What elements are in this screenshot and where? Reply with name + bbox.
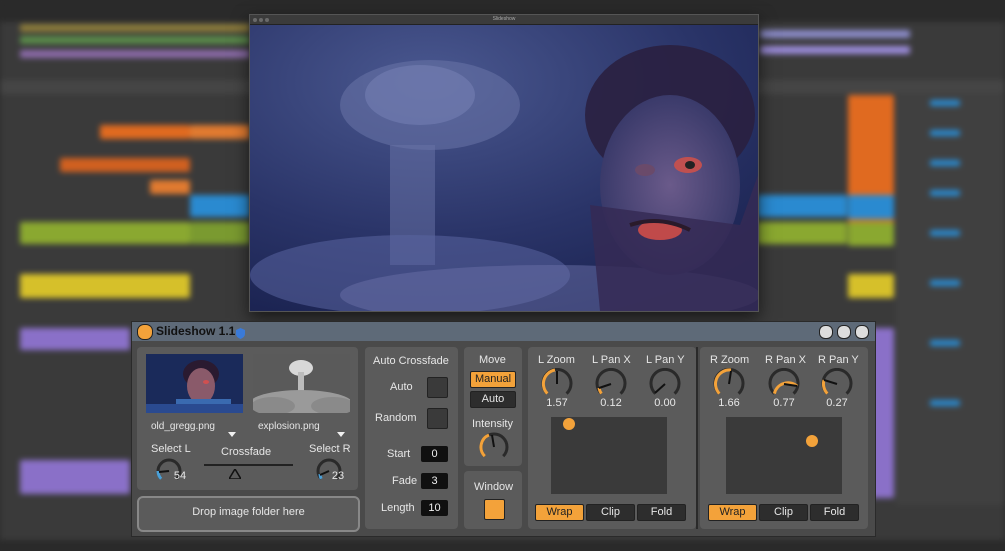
- right-pan-xy-pad[interactable]: [726, 417, 842, 494]
- l-pany-label: L Pan Y: [646, 354, 685, 366]
- select-l-value: 54: [173, 470, 187, 482]
- device-title: Slideshow 1.1: [156, 324, 236, 338]
- drop-folder-zone[interactable]: Drop image folder here: [137, 496, 360, 532]
- left-pan-point[interactable]: [563, 418, 576, 431]
- l-clip-button[interactable]: Clip: [586, 504, 635, 521]
- r-panx-knob[interactable]: [768, 368, 800, 398]
- move-header: Move: [479, 354, 506, 366]
- l-pany-value: 0.00: [654, 397, 676, 409]
- r-pany-label: R Pan Y: [818, 354, 859, 366]
- save-preset-icon[interactable]: [819, 325, 833, 339]
- fade-label: Fade: [392, 475, 418, 487]
- start-label: Start: [387, 448, 411, 460]
- length-number-box[interactable]: 10: [421, 500, 448, 516]
- r-pany-knob[interactable]: [821, 368, 853, 398]
- chevron-down-icon[interactable]: [337, 424, 345, 442]
- crossfade-label: Crossfade: [221, 446, 272, 458]
- l-fold-button[interactable]: Fold: [637, 504, 686, 521]
- window-toggle[interactable]: [484, 499, 505, 520]
- manual-button[interactable]: Manual: [470, 371, 516, 388]
- window-title: Slideshow: [492, 16, 516, 22]
- drop-folder-label: Drop image folder here: [192, 506, 305, 518]
- left-file-select[interactable]: old_gregg.png: [151, 421, 215, 432]
- l-panx-label: L Pan X: [592, 354, 631, 366]
- r-fold-button[interactable]: Fold: [810, 504, 859, 521]
- l-zoom-value: 1.57: [546, 397, 568, 409]
- auto-crossfade-header: Auto Crossfade: [373, 355, 449, 367]
- left-image-thumbnail[interactable]: [146, 354, 243, 413]
- divider: [696, 347, 698, 529]
- right-file-select[interactable]: explosion.png: [258, 421, 320, 432]
- l-pany-knob[interactable]: [649, 368, 681, 398]
- r-pany-value: 0.27: [826, 397, 848, 409]
- intensity-knob[interactable]: [479, 432, 509, 462]
- r-zoom-label: R Zoom: [710, 354, 750, 366]
- l-panx-knob[interactable]: [595, 368, 627, 398]
- device-titlebar: Slideshow 1.1: [132, 322, 875, 341]
- slideshow-output: [250, 25, 758, 311]
- l-zoom-knob[interactable]: [541, 368, 573, 398]
- left-pan-xy-pad[interactable]: [551, 417, 667, 494]
- auto-toggle[interactable]: [427, 377, 448, 398]
- r-zoom-value: 1.66: [718, 397, 740, 409]
- crossfade-slider[interactable]: [204, 464, 293, 466]
- link-icon[interactable]: [837, 325, 851, 339]
- r-panx-value: 0.77: [773, 397, 795, 409]
- right-image-thumbnail[interactable]: [253, 354, 350, 413]
- fade-number-box[interactable]: 3: [421, 473, 448, 489]
- r-zoom-knob[interactable]: [713, 368, 745, 398]
- l-zoom-label: L Zoom: [538, 354, 575, 366]
- length-label: Length: [381, 502, 415, 514]
- random-label: Random: [375, 412, 417, 424]
- crossfade-handle-icon[interactable]: [227, 466, 243, 484]
- right-pan-point[interactable]: [806, 434, 819, 447]
- select-r-value: 23: [331, 470, 345, 482]
- expand-icon[interactable]: [855, 325, 869, 339]
- r-panx-label: R Pan X: [765, 354, 806, 366]
- select-l-label: Select L: [151, 443, 191, 455]
- r-clip-button[interactable]: Clip: [759, 504, 808, 521]
- select-r-label: Select R: [309, 443, 351, 455]
- l-panx-value: 0.12: [600, 397, 622, 409]
- window-titlebar: Slideshow: [250, 15, 758, 25]
- chevron-down-icon[interactable]: [228, 424, 236, 442]
- move-auto-button[interactable]: Auto: [470, 391, 516, 408]
- auto-label: Auto: [390, 381, 413, 393]
- random-toggle[interactable]: [427, 408, 448, 429]
- l-wrap-button[interactable]: Wrap: [535, 504, 584, 521]
- r-wrap-button[interactable]: Wrap: [708, 504, 757, 521]
- slideshow-device: Slideshow 1.1 old_gregg.png explosion.pn…: [131, 321, 876, 537]
- shield-icon: [236, 326, 245, 339]
- device-on-toggle[interactable]: [137, 324, 153, 340]
- intensity-label: Intensity: [472, 418, 513, 430]
- slideshow-window: Slideshow: [249, 14, 759, 312]
- start-number-box[interactable]: 0: [421, 446, 448, 462]
- window-label: Window: [474, 481, 514, 493]
